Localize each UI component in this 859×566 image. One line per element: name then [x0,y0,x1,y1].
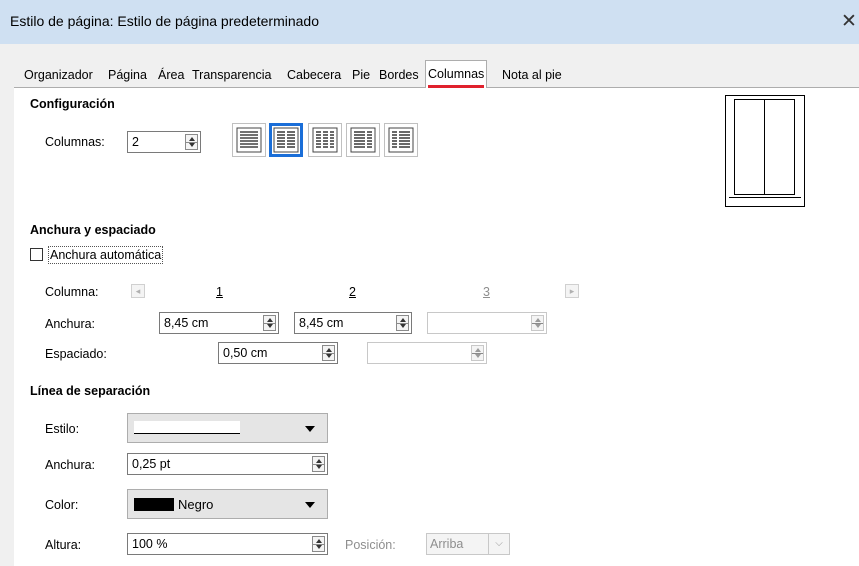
column-number-2: 2 [349,285,356,299]
left-wide-layout-icon [350,127,376,153]
column-2-width-value: 8,45 cm [299,316,344,330]
line-position-value: Arriba [430,537,464,551]
line-color-dropdown[interactable]: Negro [127,489,328,519]
column-3-width-spinbox [427,312,547,334]
line-color-label: Color: [45,498,79,512]
spacing-1-value: 0,50 cm [223,346,268,360]
line-color-value: Negro [178,497,214,512]
tab-cabecera[interactable]: Cabecera [285,64,343,86]
columns-panel: Configuración Columnas: 2 Anchura y espa… [14,88,859,566]
spin-arrows-icon [471,345,484,361]
line-position-dropdown: Arriba ⌵ [426,533,510,555]
section-heading-anchura-espaciado: Anchura y espaciado [30,223,156,237]
three-columns-layout-icon [312,127,338,153]
line-width-label: Anchura: [45,458,96,472]
line-height-label: Altura: [45,538,82,552]
tab-bordes[interactable]: Bordes [377,64,421,86]
column-left-arrow-icon[interactable]: ◂ [131,284,145,298]
tab-pagina[interactable]: Página [106,64,149,86]
line-height-spinbox[interactable]: 100 % [127,533,328,555]
tab-transparencia[interactable]: Transparencia [190,64,273,86]
line-style-dropdown[interactable] [127,413,328,443]
tab-bar: Organizador Página Área Transparencia Ca… [14,60,859,88]
columns-spinbox[interactable]: 2 [127,131,201,153]
auto-width-checkbox[interactable] [30,248,43,261]
line-position-label: Posición: [345,538,396,552]
one-column-layout-icon [236,127,262,153]
layout-one-column-button[interactable] [232,123,266,157]
layout-right-wide-button[interactable] [384,123,418,157]
spin-arrows-icon[interactable] [312,456,325,472]
title-bar: Estilo de página: Estilo de página prede… [0,0,859,44]
spin-arrows-icon[interactable] [396,315,409,331]
spin-arrows-icon[interactable] [322,345,335,361]
line-width-value: 0,25 pt [132,457,171,471]
tab-columnas-label: Columnas [428,67,485,81]
spin-arrows-icon [531,315,544,331]
tab-columnas[interactable]: Columnas [425,60,488,88]
layout-three-columns-button[interactable] [308,123,342,157]
column-right-arrow-icon[interactable]: ▸ [565,284,579,298]
window-title: Estilo de página: Estilo de página prede… [10,13,319,29]
line-height-value: 100 % [132,537,168,551]
two-columns-layout-icon [273,127,299,153]
column-number-3: 3 [483,285,490,299]
line-width-spinbox[interactable]: 0,25 pt [127,453,328,475]
spin-arrows-icon[interactable] [312,536,325,552]
layout-left-wide-button[interactable] [346,123,380,157]
line-style-label: Estilo: [45,422,80,436]
layout-two-columns-button[interactable] [269,123,303,157]
chevron-down-icon [305,502,315,508]
spacing-1-spinbox[interactable]: 0,50 cm [218,342,338,364]
spin-arrows-icon[interactable] [263,315,276,331]
column-number-1: 1 [216,285,223,299]
right-wide-layout-icon [388,127,414,153]
line-style-preview [134,421,240,434]
chevron-down-icon [305,426,315,432]
width-label: Anchura: [45,317,96,331]
tab-pie[interactable]: Pie [350,64,372,86]
columns-value: 2 [132,135,139,149]
tab-area[interactable]: Área [156,64,186,86]
column-1-width-spinbox[interactable]: 8,45 cm [159,312,279,334]
column-2-width-spinbox[interactable]: 8,45 cm [294,312,412,334]
columns-label: Columnas: [45,135,105,149]
column-1-width-value: 8,45 cm [164,316,209,330]
spacing-label: Espaciado: [45,347,107,361]
chevron-down-icon: ⌵ [488,534,509,554]
tab-nota-al-pie[interactable]: Nota al pie [500,64,564,86]
spacing-2-spinbox [367,342,487,364]
section-heading-linea-separacion: Línea de separación [30,384,151,398]
tab-organizador[interactable]: Organizador [22,64,95,86]
color-swatch [134,498,174,511]
auto-width-label[interactable]: Anchura automática [48,246,164,264]
column-label: Columna: [45,285,99,299]
section-heading-configuracion: Configuración [30,97,115,111]
close-icon[interactable]: ✕ [841,10,859,33]
spin-arrows-icon[interactable] [185,134,198,150]
page-preview [725,95,805,207]
